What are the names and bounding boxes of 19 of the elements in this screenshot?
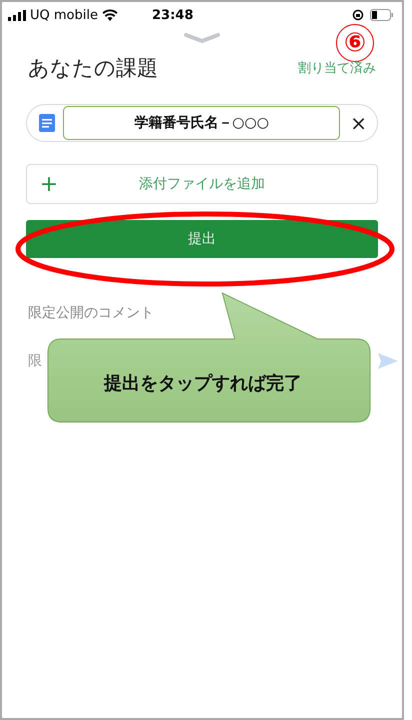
chevron-down-icon[interactable] xyxy=(184,32,220,44)
file-name-field[interactable]: 学籍番号氏名－○○○ xyxy=(63,106,340,140)
comments-heading: 限定公開のコメント xyxy=(28,304,155,322)
step-number: ⑥ xyxy=(336,24,374,62)
clock-time: 23:48 xyxy=(152,8,194,22)
callout-text: 提出をタップすれば完了 xyxy=(104,372,302,395)
page-title: あなたの課題 xyxy=(28,55,158,82)
attachment-chip[interactable]: 学籍番号氏名－○○○ × xyxy=(26,104,378,142)
status-label: 割り当て済み xyxy=(298,60,376,77)
carrier-name: UQ mobile xyxy=(30,8,98,22)
submit-button[interactable]: 提出 xyxy=(26,220,378,258)
send-icon[interactable] xyxy=(378,353,398,369)
battery-icon xyxy=(370,9,394,21)
document-icon xyxy=(39,114,55,132)
wifi-icon xyxy=(102,9,118,21)
add-attachment-button[interactable]: + 添付ファイルを追加 xyxy=(26,164,378,204)
close-button[interactable]: × xyxy=(348,111,369,135)
rotation-lock-icon xyxy=(352,9,364,21)
signal-icon xyxy=(8,10,26,20)
